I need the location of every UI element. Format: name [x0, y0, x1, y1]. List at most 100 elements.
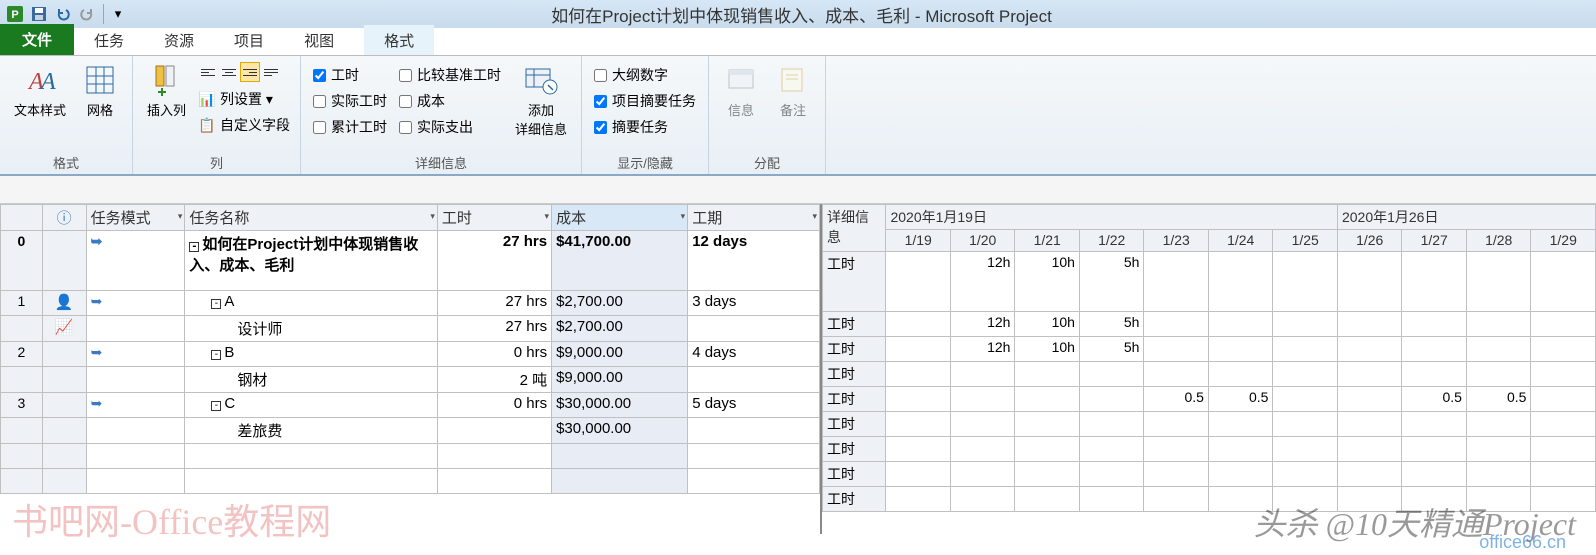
task-mode-cell[interactable]	[86, 469, 185, 494]
task-mode-cell[interactable]	[86, 367, 185, 393]
outline-collapse-icon[interactable]: -	[211, 350, 221, 360]
column-task-mode[interactable]: 任务模式▾	[86, 205, 185, 231]
timephased-cell[interactable]	[1273, 362, 1338, 387]
timephased-row[interactable]: 工时12h10h5h	[823, 337, 1596, 362]
table-row[interactable]: 📈设计师27 hrs$2,700.00	[1, 316, 820, 342]
timephased-cell[interactable]	[1402, 437, 1467, 462]
timephased-cell[interactable]	[1402, 487, 1467, 512]
duration-cell[interactable]	[688, 418, 820, 444]
table-row[interactable]	[1, 469, 820, 494]
timephased-cell[interactable]	[1337, 387, 1402, 412]
duration-cell[interactable]: 5 days	[688, 393, 820, 418]
task-name-cell[interactable]: -B	[185, 342, 438, 367]
day-header[interactable]: 1/19	[886, 230, 951, 252]
task-mode-cell[interactable]: ➥	[86, 291, 185, 316]
timephased-cell[interactable]: 5h	[1079, 312, 1144, 337]
timephased-cell[interactable]	[886, 462, 951, 487]
task-mode-cell[interactable]	[86, 316, 185, 342]
work-cell[interactable]: 0 hrs	[437, 342, 551, 367]
qat-dropdown-icon[interactable]: ▾	[107, 3, 129, 25]
tab-project[interactable]: 项目	[214, 25, 284, 55]
timephased-cell[interactable]	[1144, 312, 1209, 337]
timephased-cell[interactable]	[1466, 412, 1531, 437]
outline-collapse-icon[interactable]: -	[211, 401, 221, 411]
timephased-cell[interactable]	[1079, 462, 1144, 487]
timephased-cell[interactable]	[1015, 462, 1080, 487]
timephased-cell[interactable]	[1144, 487, 1209, 512]
timephased-cell[interactable]	[1208, 312, 1273, 337]
table-row[interactable]: 1👤➥-A27 hrs$2,700.003 days	[1, 291, 820, 316]
insert-column-button[interactable]: 插入列	[139, 58, 194, 123]
timephased-cell[interactable]	[950, 437, 1015, 462]
timephased-cell[interactable]	[1402, 337, 1467, 362]
work-cell[interactable]	[437, 418, 551, 444]
timephased-cell[interactable]	[1273, 412, 1338, 437]
tab-format[interactable]: 格式	[364, 25, 434, 55]
column-work[interactable]: 工时▾	[437, 205, 551, 231]
row-header[interactable]: 3	[1, 393, 43, 418]
custom-fields-button[interactable]: 📋自定义字段	[194, 112, 294, 138]
timephased-cell[interactable]	[886, 312, 951, 337]
timephased-cell[interactable]	[1144, 462, 1209, 487]
timephased-cell[interactable]	[1208, 252, 1273, 312]
timephased-cell[interactable]	[1466, 362, 1531, 387]
gridlines-button[interactable]: 网格	[74, 58, 126, 123]
duration-cell[interactable]: 12 days	[688, 231, 820, 291]
day-header[interactable]: 1/27	[1402, 230, 1467, 252]
timephased-cell[interactable]	[1015, 362, 1080, 387]
timephased-row[interactable]: 工时12h10h5h	[823, 312, 1596, 337]
timephased-cell[interactable]	[886, 337, 951, 362]
column-details[interactable]: 详细信息	[823, 205, 886, 252]
cost-cell[interactable]: $9,000.00	[552, 367, 688, 393]
timephased-cell[interactable]	[1531, 462, 1596, 487]
column-cost[interactable]: 成本▾	[552, 205, 688, 231]
timephased-cell[interactable]	[886, 437, 951, 462]
checkbox-cost[interactable]: 成本	[393, 88, 507, 114]
task-name-cell[interactable]: -如何在Project计划中体现销售收入、成本、毛利	[185, 231, 438, 291]
timephased-cell[interactable]	[1466, 312, 1531, 337]
checkbox-outline-number[interactable]: 大纲数字	[588, 62, 702, 88]
duration-cell[interactable]: 4 days	[688, 342, 820, 367]
day-header[interactable]: 1/20	[950, 230, 1015, 252]
timephased-cell[interactable]: 5h	[1079, 252, 1144, 312]
timephased-cell[interactable]	[950, 462, 1015, 487]
timephased-cell[interactable]	[1531, 387, 1596, 412]
day-header[interactable]: 1/21	[1015, 230, 1080, 252]
task-name-cell[interactable]: -A	[185, 291, 438, 316]
timephased-cell[interactable]	[950, 362, 1015, 387]
timephased-cell[interactable]	[1337, 437, 1402, 462]
tab-view[interactable]: 视图	[284, 25, 354, 55]
timephased-cell[interactable]	[1531, 437, 1596, 462]
save-icon[interactable]	[28, 3, 50, 25]
cost-cell[interactable]: $30,000.00	[552, 393, 688, 418]
timephased-cell[interactable]	[1208, 412, 1273, 437]
timephased-cell[interactable]	[1079, 437, 1144, 462]
timephased-cell[interactable]	[1531, 412, 1596, 437]
task-name-cell[interactable]: -C	[185, 393, 438, 418]
table-row[interactable]: 差旅费$30,000.00	[1, 418, 820, 444]
task-mode-cell[interactable]	[86, 418, 185, 444]
timephased-cell[interactable]: 0.5	[1402, 387, 1467, 412]
timephased-cell[interactable]	[1273, 337, 1338, 362]
row-header[interactable]	[1, 418, 43, 444]
timephased-cell[interactable]	[886, 387, 951, 412]
checkbox-baseline-work[interactable]: 比较基准工时	[393, 62, 507, 88]
timephased-cell[interactable]	[1337, 487, 1402, 512]
timephased-cell[interactable]	[950, 487, 1015, 512]
task-mode-cell[interactable]: ➥	[86, 393, 185, 418]
cost-cell[interactable]: $30,000.00	[552, 418, 688, 444]
timephased-cell[interactable]	[1466, 252, 1531, 312]
timephased-cell[interactable]: 0.5	[1144, 387, 1209, 412]
day-header[interactable]: 1/24	[1208, 230, 1273, 252]
week-header-1[interactable]: 2020年1月19日	[886, 205, 1338, 230]
timephased-cell[interactable]: 10h	[1015, 337, 1080, 362]
timephased-cell[interactable]	[1402, 252, 1467, 312]
timephased-cell[interactable]	[1337, 312, 1402, 337]
task-mode-cell[interactable]: ➥	[86, 231, 185, 291]
timephased-cell[interactable]	[1466, 437, 1531, 462]
timephased-cell[interactable]: 12h	[950, 337, 1015, 362]
timephased-cell[interactable]	[1079, 412, 1144, 437]
table-row[interactable]: 2➥-B0 hrs$9,000.004 days	[1, 342, 820, 367]
timephased-sheet[interactable]: 详细信息 2020年1月19日 2020年1月26日 1/191/201/211…	[820, 204, 1596, 534]
timephased-cell[interactable]: 0.5	[1208, 387, 1273, 412]
